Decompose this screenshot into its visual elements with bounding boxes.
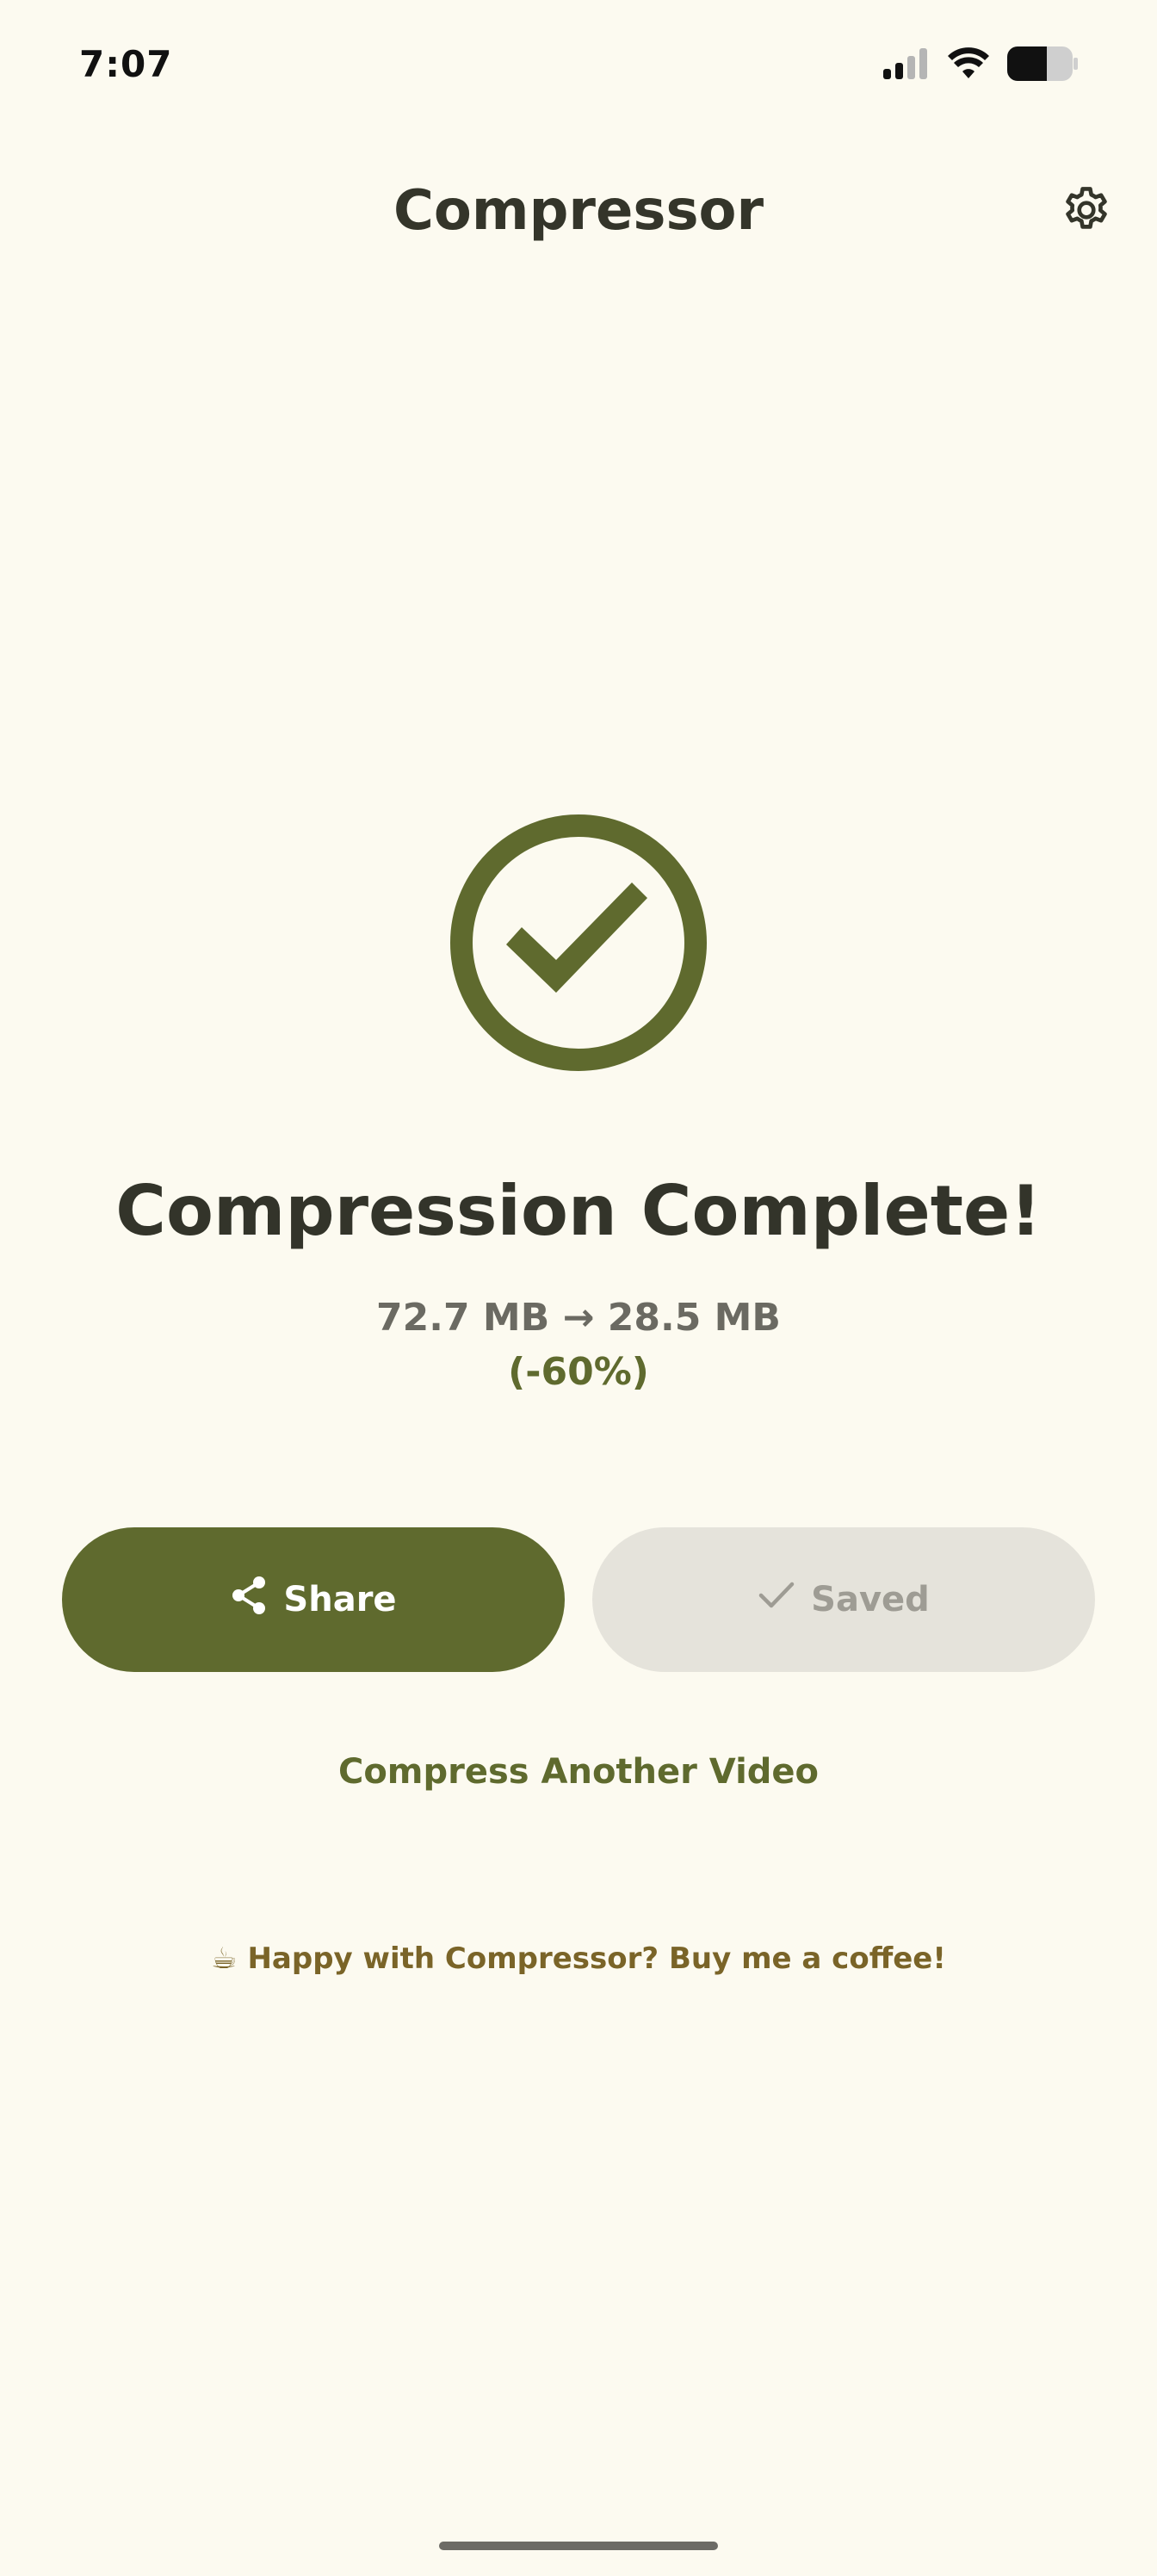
app-title: Compressor: [393, 179, 764, 243]
home-indicator[interactable]: [439, 2542, 718, 2550]
reduction-percent: (-60%): [508, 1350, 649, 1394]
compress-another-link[interactable]: Compress Another Video: [0, 1752, 1157, 1792]
size-summary: 72.7 MB → 28.5 MB: [376, 1296, 781, 1340]
saved-label: Saved: [811, 1580, 930, 1619]
saved-button[interactable]: Saved: [592, 1527, 1095, 1672]
share-button[interactable]: Share: [62, 1527, 565, 1672]
share-icon: [230, 1576, 268, 1624]
wifi-icon: [947, 47, 990, 84]
gear-icon: [1060, 183, 1113, 240]
check-icon: [758, 1580, 795, 1619]
status-time: 7:07: [79, 43, 173, 85]
completion-headline: Compression Complete!: [115, 1171, 1042, 1251]
status-bar: 7:07: [0, 0, 1157, 129]
battery-icon: [1007, 46, 1078, 84]
settings-button[interactable]: [1054, 179, 1119, 245]
signal-icon: [883, 48, 930, 83]
check-circle-icon: [449, 814, 708, 1072]
app-bar: Compressor: [0, 164, 1157, 258]
status-icons: [883, 46, 1078, 84]
share-label: Share: [283, 1580, 397, 1619]
buy-coffee-link[interactable]: ☕ Happy with Compressor? Buy me a coffee…: [0, 1941, 1157, 1976]
